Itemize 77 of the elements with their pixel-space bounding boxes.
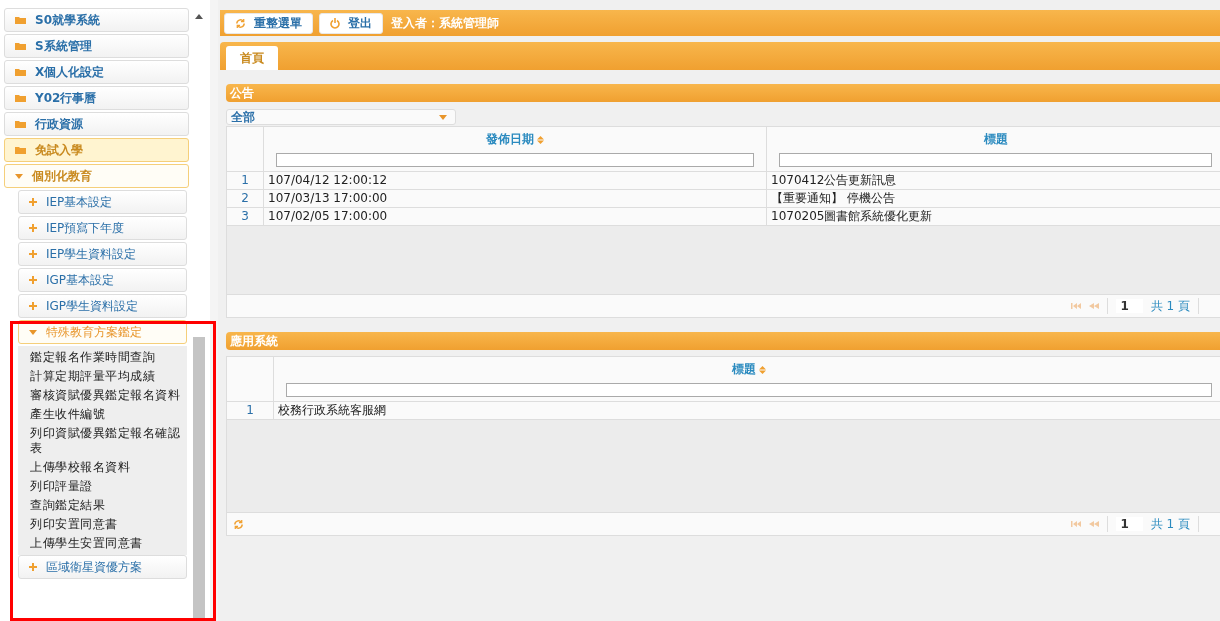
user-label: 登入者：系統管理師 (391, 14, 499, 32)
menu-link[interactable]: 列印安置同意書 (18, 515, 187, 534)
menu-link[interactable]: 審核資賦優異鑑定報名資料 (18, 386, 187, 405)
filter-field[interactable] (276, 153, 754, 167)
menu-item[interactable]: S0就學系統 (4, 8, 189, 32)
scroll-up-icon[interactable] (195, 14, 203, 19)
caret-icon (15, 173, 23, 179)
plus-icon (29, 198, 37, 206)
menu-item[interactable]: IEP基本設定 (18, 190, 187, 214)
menu-link[interactable]: 產生收件編號 (18, 405, 187, 424)
folder-icon (15, 94, 26, 102)
menu-item[interactable]: IEP預寫下年度 (18, 216, 187, 240)
page-field[interactable]: 1 (1116, 299, 1143, 313)
first-page-icon[interactable] (1071, 521, 1082, 527)
row-number: 1 (227, 402, 274, 419)
page-total: 共 1 頁 (1150, 297, 1190, 315)
row-number: 1 (227, 172, 264, 189)
menu-link[interactable]: 查詢鑑定結果 (18, 496, 187, 515)
table-cell: 1070412公告更新訊息 (767, 172, 1220, 189)
menu-item[interactable]: Y02行事曆 (4, 86, 189, 110)
filter-field[interactable] (779, 153, 1212, 167)
menu-link[interactable]: 上傳學校報名資料 (18, 458, 187, 477)
column-header[interactable]: 標題 (732, 361, 766, 378)
panel-title: 應用系統 (229, 332, 279, 350)
table-cell: 107/03/13 17:00:00 (264, 190, 767, 207)
menu-item[interactable]: 行政資源 (4, 112, 189, 136)
table-cell: 107/02/05 17:00:00 (264, 208, 767, 225)
table-cell: 107/04/12 12:00:12 (264, 172, 767, 189)
plus-icon (29, 302, 37, 310)
prev-page-icon[interactable] (1089, 521, 1100, 527)
caret-icon (439, 114, 447, 120)
table-cell: 1070205圖書館系統優化更新 (767, 208, 1220, 225)
sort-icon (537, 135, 544, 144)
refresh-icon (233, 518, 244, 530)
menu-link[interactable]: 列印評量證 (18, 477, 187, 496)
menu-item[interactable]: IGP學生資料設定 (18, 294, 187, 318)
column-header[interactable]: 標題 (983, 131, 1008, 148)
menu-link[interactable]: 計算定期評量平均成績 (18, 367, 187, 386)
menu-item[interactable]: X個人化設定 (4, 60, 189, 84)
folder-icon (15, 68, 26, 76)
folder-icon (15, 42, 26, 50)
row-number: 2 (227, 190, 264, 207)
menu-link[interactable]: 鑑定報名作業時間查詢 (18, 348, 187, 367)
folder-icon (15, 16, 26, 24)
first-page-icon[interactable] (1071, 303, 1082, 309)
menu-item[interactable]: IEP學生資料設定 (18, 242, 187, 266)
filter-dropdown[interactable]: 全部 (226, 109, 456, 125)
plus-icon (29, 224, 37, 232)
column-header[interactable]: 發佈日期 (486, 131, 544, 148)
menu-item[interactable]: S系統管理 (4, 34, 189, 58)
menu-item[interactable]: 個別化教育 (4, 164, 189, 188)
toolbar-button[interactable]: 登出 (319, 12, 383, 34)
table-cell: 校務行政系統客服網 (274, 402, 1220, 419)
panel-title: 公告 (229, 84, 255, 102)
plus-icon (29, 563, 37, 571)
power-icon (330, 17, 340, 29)
sort-icon (759, 365, 766, 374)
menu-link[interactable]: 上傳學生安置同意書 (18, 534, 187, 553)
tab[interactable]: 首頁 (226, 46, 278, 70)
folder-icon (15, 146, 26, 154)
table-cell: 【重要通知】 停機公告 (767, 190, 1220, 207)
filter-field[interactable] (286, 383, 1212, 397)
refresh-icon (235, 17, 246, 29)
toolbar-button[interactable]: 重整選單 (224, 12, 313, 34)
page-field[interactable]: 1 (1116, 517, 1143, 531)
plus-icon (29, 276, 37, 284)
row-number: 3 (227, 208, 264, 225)
refresh-button[interactable] (233, 518, 244, 530)
prev-page-icon[interactable] (1089, 303, 1100, 309)
page-total: 共 1 頁 (1150, 515, 1190, 533)
caret-icon (29, 329, 37, 335)
folder-icon (15, 120, 26, 128)
menu-item[interactable]: 區域衛星資優方案 (18, 555, 187, 579)
menu-item[interactable]: 免試入學 (4, 138, 189, 162)
plus-icon (29, 250, 37, 258)
menu-link[interactable]: 列印資賦優異鑑定報名確認表 (18, 424, 187, 458)
menu-item[interactable]: IGP基本設定 (18, 268, 187, 292)
